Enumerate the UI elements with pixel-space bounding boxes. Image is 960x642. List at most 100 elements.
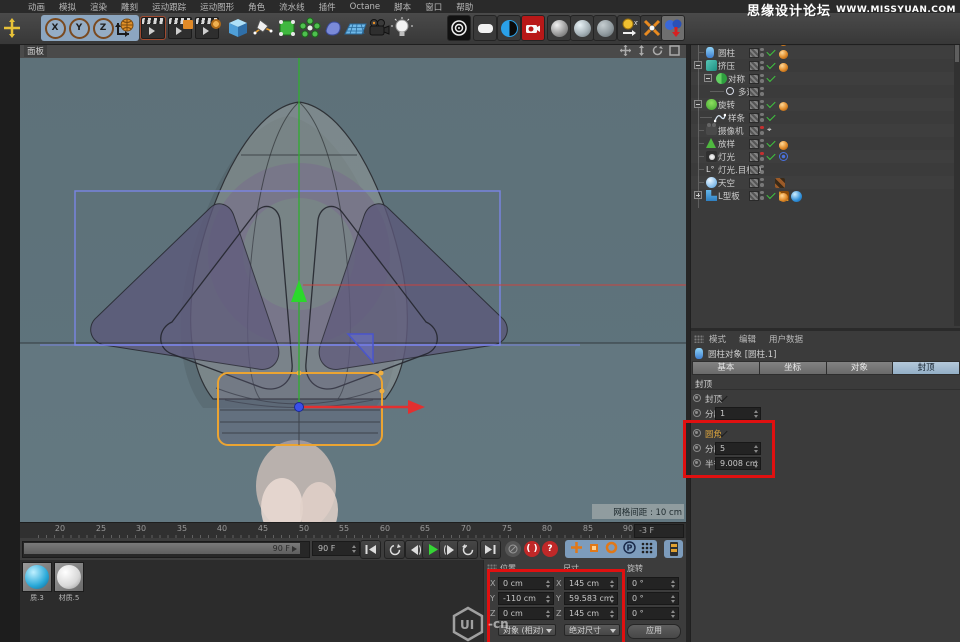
x-axis-lock-icon[interactable]: X (43, 15, 67, 41)
object-row-light[interactable]: 灯光 (691, 150, 960, 163)
array-generator-icon[interactable] (298, 15, 322, 41)
render-view-icon[interactable] (141, 15, 165, 41)
menu-sculpt[interactable]: 雕刻 (121, 1, 138, 13)
current-frame-field[interactable]: 90 F (312, 541, 360, 556)
panel-grip[interactable] (694, 335, 704, 343)
tab-basic[interactable]: 基本 (692, 361, 760, 375)
timeline-range-slider[interactable]: 90 F (22, 541, 310, 558)
light-object-icon[interactable] (390, 15, 414, 41)
am-menu-mode[interactable]: 模式 (709, 333, 726, 345)
object-row-camera[interactable]: 摄像机 ⌖ (691, 124, 960, 137)
object-origin-point[interactable] (295, 403, 304, 412)
fillet-radius-field[interactable]: 9.008 cm (715, 457, 761, 470)
play-forwards-button[interactable] (457, 540, 478, 559)
menu-animation[interactable]: 动画 (28, 1, 45, 13)
size-y-field[interactable]: 59.583 cm (564, 592, 618, 605)
object-row-cylinder[interactable]: 圆柱 (691, 46, 960, 59)
menu-character[interactable]: 角色 (248, 1, 265, 13)
deformer-icon[interactable] (321, 15, 345, 41)
scale-key-icon[interactable] (588, 542, 600, 557)
octane-region-icon[interactable] (473, 15, 497, 41)
rotation-h-field[interactable]: 0 ° (627, 577, 679, 590)
menu-help[interactable]: 帮助 (456, 1, 473, 13)
keyframe-circle[interactable] (693, 409, 701, 417)
material-tag[interactable] (779, 102, 788, 111)
octane-material-1-icon[interactable] (547, 15, 571, 41)
menu-plugins[interactable]: 插件 (319, 1, 336, 13)
menu-octane[interactable]: Octane (350, 2, 381, 12)
panel-grip[interactable] (487, 564, 497, 572)
menu-render[interactable]: 渲染 (90, 1, 107, 13)
keyframe-selection-button[interactable]: ? (542, 541, 558, 557)
object-row-sky[interactable]: 天空 (691, 176, 960, 189)
goto-start-button[interactable] (360, 540, 381, 559)
camera-active-icon[interactable]: ⌖ (767, 126, 775, 134)
octane-render-camera-icon[interactable] (521, 15, 545, 41)
size-mode-dropdown[interactable]: 绝对尺寸 (564, 624, 620, 636)
octane-daylight-icon[interactable]: XYZ (617, 15, 641, 41)
octane-material-2-icon[interactable] (570, 15, 594, 41)
object-row-lathe[interactable]: 旋转 (691, 98, 960, 111)
octane-live-viewer-icon[interactable] (447, 15, 471, 41)
object-row-light-target[interactable]: L° 灯光.目标.1 (691, 163, 960, 176)
am-menu-userdata[interactable]: 用户数据 (769, 333, 803, 345)
octane-objects-icon[interactable] (661, 15, 685, 41)
am-menu-edit[interactable]: 编辑 (739, 333, 756, 345)
cube-primitive-icon[interactable] (226, 15, 250, 41)
collapse-expander[interactable] (694, 61, 702, 69)
tab-coordinates[interactable]: 坐标 (760, 361, 827, 375)
render-settings-icon[interactable] (195, 15, 219, 41)
autokey-button[interactable]: ( ) (524, 541, 540, 557)
size-z-field[interactable]: 145 cm (564, 607, 618, 620)
material-tile[interactable]: 材质.5 (54, 562, 84, 602)
position-x-field[interactable]: 0 cm (498, 577, 554, 590)
z-axis-lock-icon[interactable]: Z (91, 15, 115, 41)
menu-window[interactable]: 窗口 (425, 1, 442, 13)
octane-material-3-icon[interactable] (593, 15, 617, 41)
pla-key-icon[interactable] (641, 542, 653, 557)
pan-icon[interactable] (620, 45, 631, 56)
3d-viewport[interactable]: 网格间距 : 10 cm (20, 58, 686, 522)
menu-mograph[interactable]: 运动图形 (200, 1, 234, 13)
floor-object-icon[interactable] (344, 15, 368, 41)
timeline-mode-icon[interactable] (664, 540, 683, 558)
menu-simulate[interactable]: 模拟 (59, 1, 76, 13)
collapse-expander[interactable] (694, 100, 702, 108)
maximize-icon[interactable] (669, 45, 680, 56)
object-row-polygon[interactable]: 多边 (691, 85, 960, 98)
render-picture-viewer-icon[interactable] (168, 15, 192, 41)
move-tool-icon[interactable] (0, 15, 24, 41)
spline-pen-icon[interactable] (251, 15, 275, 41)
object-row-extrude[interactable]: 挤压 (691, 59, 960, 72)
keyframe-circle[interactable] (693, 394, 701, 402)
goto-end-button[interactable] (480, 540, 501, 559)
material-tag[interactable] (779, 63, 788, 72)
subdivision-surface-icon[interactable] (275, 15, 299, 41)
keyframe-circle[interactable] (693, 444, 701, 452)
coordinate-system-icon[interactable] (113, 15, 137, 41)
material-tile[interactable]: 质.3 (22, 562, 52, 602)
camera-object-icon[interactable] (366, 15, 390, 41)
material-tag[interactable] (779, 141, 788, 150)
viewport-menu-panel[interactable]: 面板 (24, 45, 47, 57)
record-keyframe-button[interactable] (505, 541, 521, 557)
rotation-key-icon[interactable] (605, 541, 618, 557)
menu-pipeline[interactable]: 流水线 (279, 1, 305, 13)
object-row-spline[interactable]: 样条 (691, 111, 960, 124)
position-key-icon[interactable] (570, 541, 583, 557)
cap-segments-field[interactable]: 1 (715, 407, 761, 420)
rotate-icon[interactable] (652, 45, 663, 56)
menu-motion-tracker[interactable]: 运动跟踪 (152, 1, 186, 13)
position-y-field[interactable]: -110 cm (498, 592, 554, 605)
size-x-field[interactable]: 145 cm (564, 577, 618, 590)
keyframe-circle[interactable] (693, 459, 701, 467)
texture-tag[interactable] (775, 178, 785, 188)
play-backwards-button[interactable] (384, 540, 405, 559)
collapse-expander[interactable] (704, 74, 712, 82)
parameter-key-icon[interactable]: P (623, 541, 636, 557)
apply-button[interactable]: 应用 (627, 624, 681, 639)
menu-script[interactable]: 脚本 (394, 1, 411, 13)
rotation-p-field[interactable]: 0 ° (627, 592, 679, 605)
expand-expander[interactable] (694, 191, 702, 199)
object-row-loft[interactable]: 放样 (691, 137, 960, 150)
